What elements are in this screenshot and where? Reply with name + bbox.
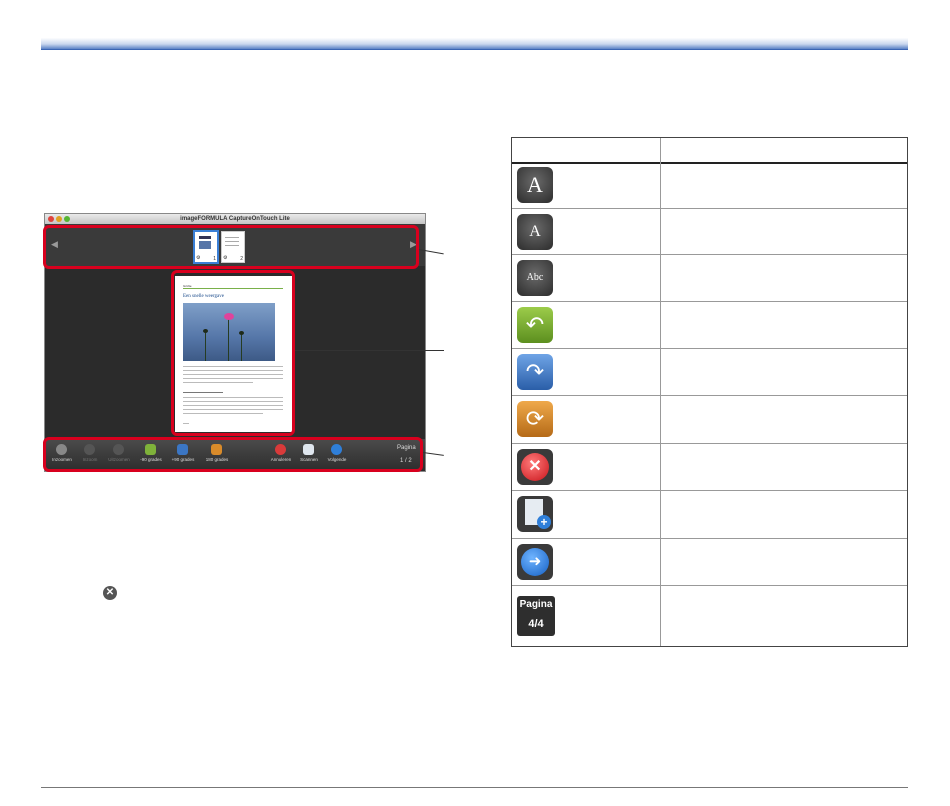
icon-glyph: Abc (526, 272, 544, 283)
icon-glyph: A (529, 223, 541, 240)
table-row: + (512, 490, 907, 539)
next-circle: ➜ (521, 548, 549, 576)
icon-glyph: A (527, 172, 543, 197)
close-circle-icon: ✕ (103, 586, 117, 600)
next-icon: ➜ (517, 544, 553, 580)
page-counter-icon: Pagina 4/4 (517, 596, 555, 636)
scan-more-icon: + (517, 496, 553, 532)
icon-glyph: ↶ (525, 312, 545, 337)
table-row: ↷ (512, 348, 907, 396)
zoom-out-icon: A (517, 214, 553, 250)
icon-glyph-count: 4/4 (528, 618, 544, 630)
zoom-in-icon: A (517, 167, 553, 203)
header-rule (41, 38, 908, 50)
rotate-left-icon: ↶ (517, 307, 553, 343)
footer-rule (41, 787, 908, 788)
cancel-icon: ✕ (517, 449, 553, 485)
fit-page-icon: Abc (517, 260, 553, 296)
rotate-180-icon: ⟳ (517, 401, 553, 437)
table-row: A (512, 208, 907, 255)
window-title: imageFORMULA CaptureOnTouch Lite (180, 216, 290, 222)
icon-glyph: ↷ (525, 359, 545, 384)
table-row: ➜ (512, 538, 907, 586)
icon-table: A A Abc ↶ ↷ ⟳ ✕ + ➜ Pagina 4/4 (511, 137, 908, 647)
rotate-right-icon: ↷ (517, 354, 553, 390)
callout-thumbnail-area (43, 225, 419, 269)
table-header (512, 138, 907, 164)
table-row: ⟳ (512, 395, 907, 444)
callout-toolbar-area (43, 437, 423, 472)
title-bar: imageFORMULA CaptureOnTouch Lite (45, 214, 425, 224)
table-row: Abc (512, 254, 907, 302)
icon-glyph: Pagina (519, 599, 553, 610)
table-row: ✕ (512, 443, 907, 491)
table-row: ↶ (512, 301, 907, 349)
icon-glyph: ✕ (528, 458, 542, 475)
table-row: Pagina 4/4 (512, 585, 907, 647)
leader-line (295, 350, 444, 351)
cancel-circle: ✕ (521, 453, 549, 481)
icon-glyph: ⟳ (525, 406, 545, 431)
icon-glyph: ➜ (528, 553, 542, 570)
callout-preview-area (171, 270, 295, 436)
leader-line (422, 452, 444, 456)
icon-glyph: + (537, 515, 551, 529)
table-row: A (512, 162, 907, 208)
